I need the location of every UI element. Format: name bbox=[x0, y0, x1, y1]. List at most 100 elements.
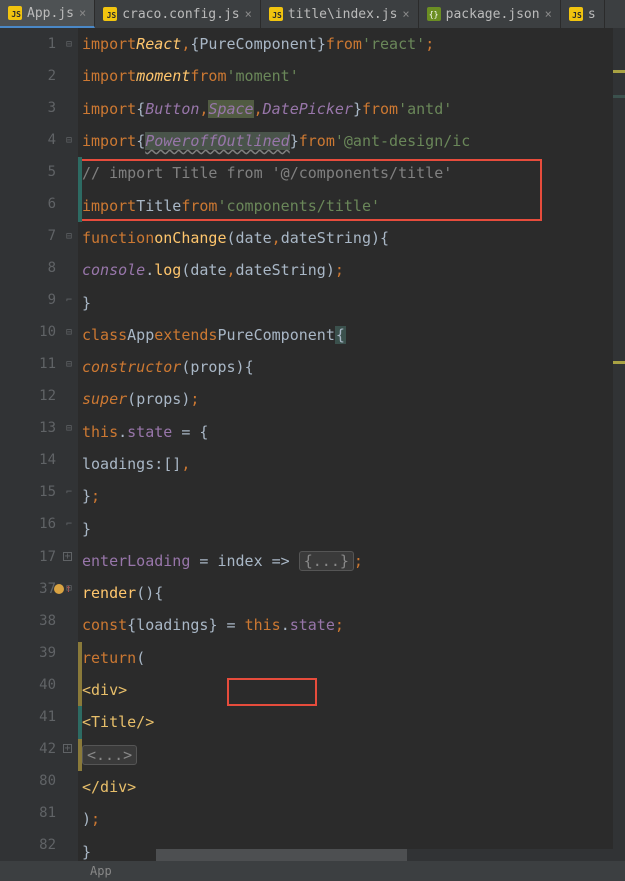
tab-app-js[interactable]: JS App.js × bbox=[0, 0, 95, 28]
code-line[interactable]: render() { bbox=[82, 577, 625, 609]
line-number: 11⊟ bbox=[0, 348, 78, 380]
line-number: 9⌐ bbox=[0, 284, 78, 316]
minimap-marker bbox=[613, 70, 625, 73]
code-line[interactable]: const { loadings } = this.state; bbox=[82, 609, 625, 641]
code-line[interactable]: } bbox=[82, 286, 625, 318]
minimap-marker bbox=[613, 95, 625, 98]
js-icon: JS bbox=[8, 6, 22, 20]
code-line[interactable]: return ( bbox=[82, 642, 625, 674]
fold-icon[interactable]: ⊟ bbox=[66, 39, 72, 50]
code-line[interactable]: enterLoading = index => {...}; bbox=[82, 545, 625, 577]
line-number: 2 bbox=[0, 60, 78, 92]
fold-icon[interactable]: ⊟ bbox=[66, 231, 72, 242]
code-line[interactable]: class App extends PureComponent { bbox=[82, 319, 625, 351]
folded-region[interactable]: <...> bbox=[82, 745, 137, 765]
gutter: 1⊟ 2 3 4⊟ 5 6 7⊟ 8 9⌐ 10⊟ 11⊟ 12 13⊟ 14 … bbox=[0, 28, 78, 861]
fold-icon[interactable]: ⊟ bbox=[66, 327, 72, 338]
code-line[interactable]: <Title/> bbox=[82, 706, 625, 738]
tab-label: craco.config.js bbox=[122, 7, 239, 22]
tab-package-json[interactable]: {} package.json × bbox=[419, 0, 561, 28]
tab-label: title\index.js bbox=[288, 7, 398, 22]
editor-tabs: JS App.js × JS craco.config.js × JS titl… bbox=[0, 0, 625, 28]
line-number: 81 bbox=[0, 797, 78, 829]
code-line[interactable]: }; bbox=[82, 480, 625, 512]
change-marker bbox=[78, 739, 82, 771]
breadcrumb[interactable]: App bbox=[90, 864, 112, 878]
code-line[interactable]: // import Title from '@/components/title… bbox=[82, 157, 625, 189]
line-number: 14 bbox=[0, 444, 78, 476]
code-line[interactable]: this.state = { bbox=[82, 416, 625, 448]
close-icon[interactable]: × bbox=[79, 6, 86, 20]
close-icon[interactable]: × bbox=[245, 7, 252, 21]
code-line[interactable]: import { PoweroffOutlined } from '@ant-d… bbox=[82, 125, 625, 157]
tab-label: package.json bbox=[446, 7, 540, 22]
fold-end-icon[interactable]: ⌐ bbox=[66, 487, 72, 498]
line-number: 13⊟ bbox=[0, 412, 78, 444]
line-number: 12 bbox=[0, 380, 78, 412]
horizontal-scrollbar[interactable] bbox=[156, 849, 613, 861]
line-number: 41 bbox=[0, 701, 78, 733]
fold-end-icon[interactable]: ⌐ bbox=[66, 295, 72, 306]
code-line[interactable]: function onChange(date, dateString) { bbox=[82, 222, 625, 254]
tab-label: App.js bbox=[27, 6, 74, 21]
json-icon: {} bbox=[427, 7, 441, 21]
minimap-marker bbox=[613, 361, 625, 364]
line-number: 38 bbox=[0, 605, 78, 637]
code-line[interactable]: ); bbox=[82, 803, 625, 835]
code-line[interactable]: } bbox=[82, 512, 625, 544]
tab-partial[interactable]: JS s bbox=[561, 0, 605, 28]
code-line[interactable]: import React, {PureComponent} from 'reac… bbox=[82, 28, 625, 60]
code-line[interactable]: console.log(date, dateString); bbox=[82, 254, 625, 286]
line-number: 1⊟ bbox=[0, 28, 78, 60]
line-number: 40 bbox=[0, 669, 78, 701]
code-line[interactable]: </div> bbox=[82, 771, 625, 803]
minimap[interactable] bbox=[613, 28, 625, 861]
change-marker bbox=[78, 189, 82, 221]
tab-craco[interactable]: JS craco.config.js × bbox=[95, 0, 261, 28]
line-number: 80 bbox=[0, 765, 78, 797]
change-marker bbox=[78, 706, 82, 738]
tab-title-index[interactable]: JS title\index.js × bbox=[261, 0, 419, 28]
fold-icon[interactable]: ⊟ bbox=[66, 583, 72, 594]
code-line[interactable]: import moment from 'moment' bbox=[82, 60, 625, 92]
code-area[interactable]: import React, {PureComponent} from 'reac… bbox=[78, 28, 625, 861]
change-marker bbox=[78, 642, 82, 674]
breadcrumb-bar: App bbox=[0, 861, 625, 881]
line-number: 16⌐ bbox=[0, 508, 78, 540]
line-number: 5 bbox=[0, 156, 78, 188]
line-number: 10⊟ bbox=[0, 316, 78, 348]
line-number: 39 bbox=[0, 637, 78, 669]
line-number: 7⊟ bbox=[0, 220, 78, 252]
code-line[interactable]: loadings: [], bbox=[82, 448, 625, 480]
code-line[interactable]: import Title from 'components/title' bbox=[82, 189, 625, 221]
js-icon: JS bbox=[103, 7, 117, 21]
line-number: 42+ bbox=[0, 733, 78, 765]
fold-end-icon[interactable]: ⌐ bbox=[66, 519, 72, 530]
close-icon[interactable]: × bbox=[402, 7, 409, 21]
code-line[interactable]: constructor(props) { bbox=[82, 351, 625, 383]
line-number: ↑37⊟ bbox=[0, 573, 78, 605]
line-number: 3 bbox=[0, 92, 78, 124]
code-line[interactable]: <...> bbox=[82, 739, 625, 771]
folded-region[interactable]: {...} bbox=[299, 551, 354, 571]
change-marker bbox=[78, 157, 82, 189]
js-icon: JS bbox=[569, 7, 583, 21]
line-number: 4⊟ bbox=[0, 124, 78, 156]
close-icon[interactable]: × bbox=[545, 7, 552, 21]
line-number: 82 bbox=[0, 829, 78, 861]
scrollbar-thumb[interactable] bbox=[156, 849, 407, 861]
fold-icon[interactable]: ⊟ bbox=[66, 135, 72, 146]
fold-icon[interactable]: ⊟ bbox=[66, 423, 72, 434]
code-line[interactable]: import {Button, Space, DatePicker} from … bbox=[82, 93, 625, 125]
code-line[interactable]: super(props); bbox=[82, 383, 625, 415]
code-editor[interactable]: 1⊟ 2 3 4⊟ 5 6 7⊟ 8 9⌐ 10⊟ 11⊟ 12 13⊟ 14 … bbox=[0, 28, 625, 861]
tab-label: s bbox=[588, 7, 596, 22]
fold-icon[interactable]: ⊟ bbox=[66, 359, 72, 370]
code-line[interactable]: <div> bbox=[82, 674, 625, 706]
fold-expand-icon[interactable]: + bbox=[63, 552, 72, 561]
vcs-change-icon[interactable] bbox=[54, 584, 64, 594]
js-icon: JS bbox=[269, 7, 283, 21]
line-number: 17+ bbox=[0, 541, 78, 573]
fold-expand-icon[interactable]: + bbox=[63, 744, 72, 753]
change-marker bbox=[78, 674, 82, 706]
